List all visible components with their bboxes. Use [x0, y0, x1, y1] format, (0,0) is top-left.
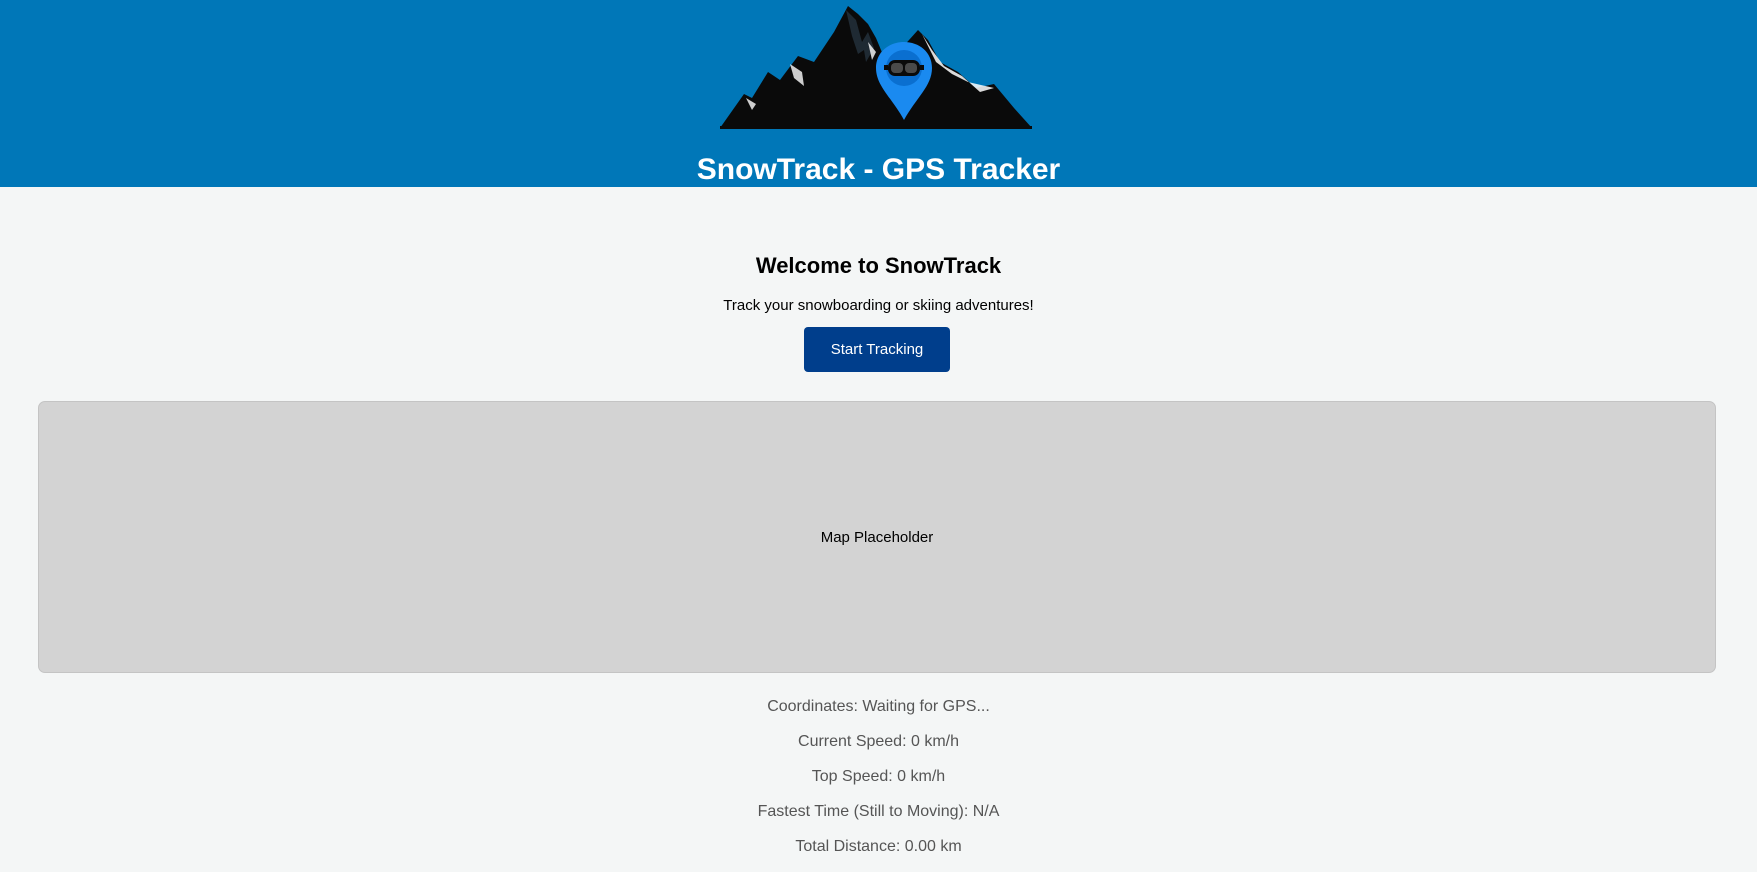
top-speed-readout: Top Speed: 0 km/h — [811, 768, 946, 785]
app-title: SnowTrack - GPS Tracker — [696, 153, 1061, 186]
mountain-goggles-pin-icon — [720, 6, 1032, 129]
map-placeholder[interactable]: Map Placeholder — [38, 401, 1716, 673]
coordinates-readout: Coordinates: Waiting for GPS... — [767, 698, 990, 715]
welcome-tagline: Track your snowboarding or skiing advent… — [723, 297, 1034, 314]
stats-panel: Coordinates: Waiting for GPS... Current … — [0, 697, 1757, 872]
map-placeholder-label: Map Placeholder — [820, 528, 934, 546]
app-header: SnowTrack - GPS Tracker — [0, 0, 1757, 187]
fastest-time-readout: Fastest Time (Still to Moving): N/A — [757, 803, 1000, 820]
start-tracking-button[interactable]: Start Tracking — [804, 327, 950, 372]
welcome-heading: Welcome to SnowTrack — [755, 253, 1002, 278]
current-speed-readout: Current Speed: 0 km/h — [798, 733, 959, 750]
total-distance-readout: Total Distance: 0.00 km — [795, 838, 962, 855]
